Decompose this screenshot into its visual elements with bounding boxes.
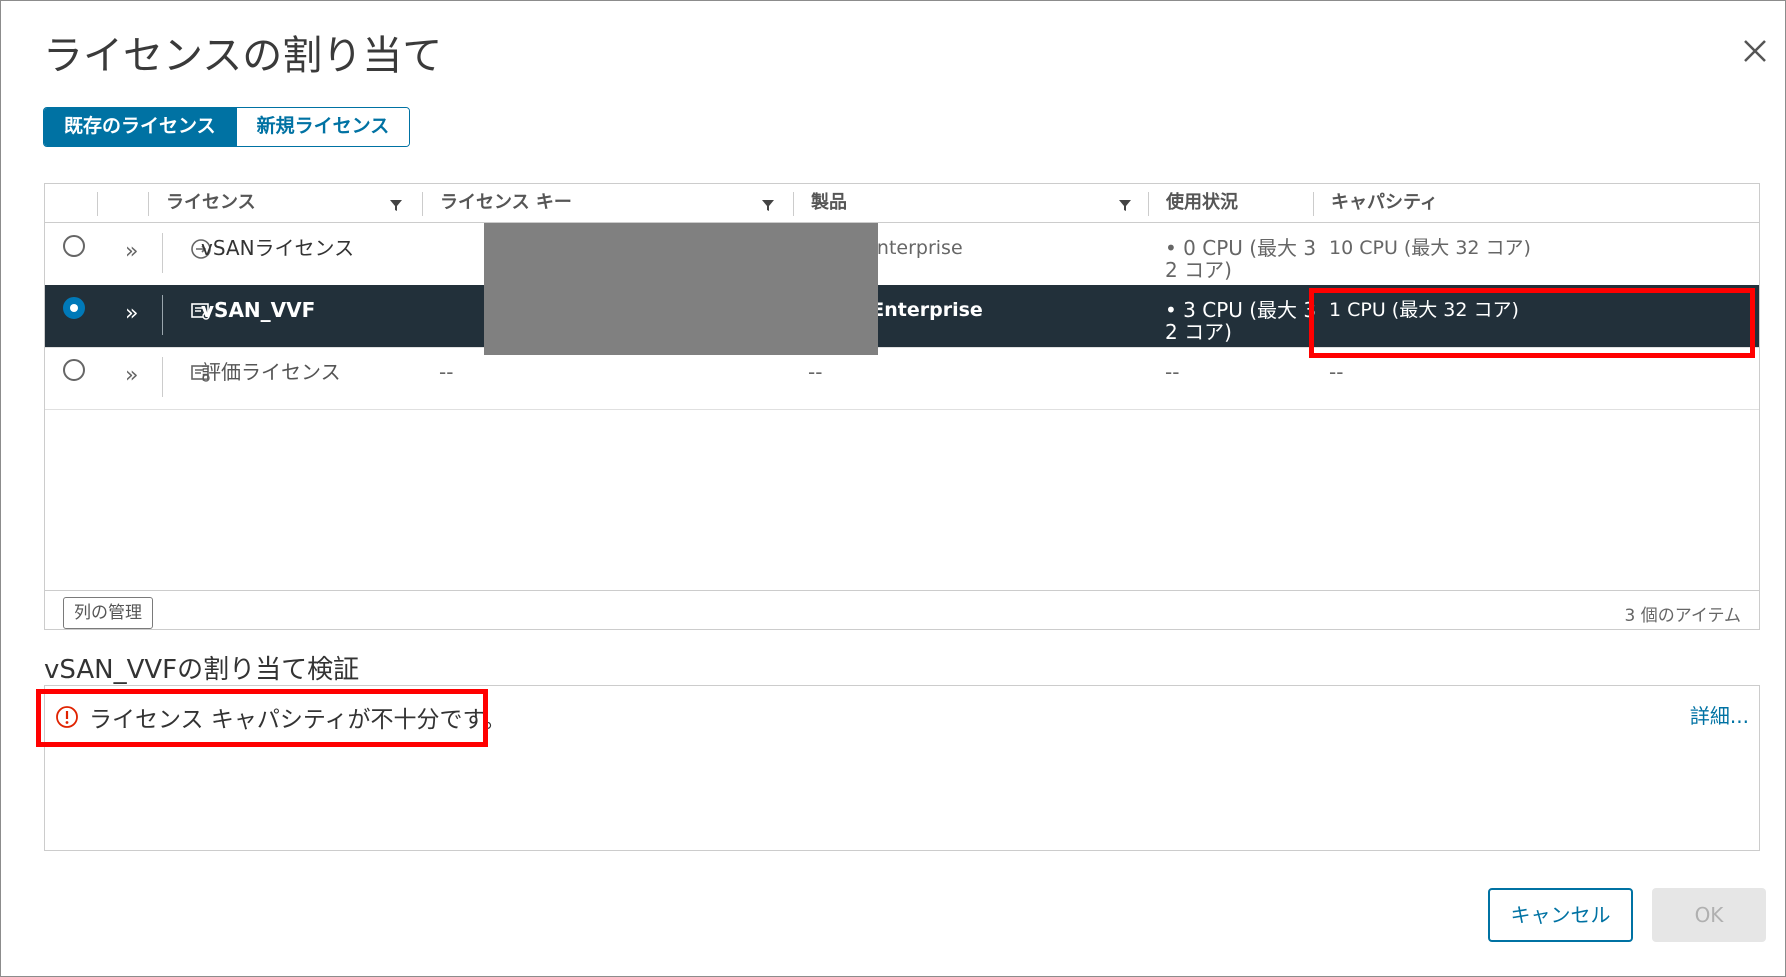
expand-icon[interactable]: » <box>125 239 138 264</box>
row-separator <box>162 233 163 273</box>
tab-new-license[interactable]: 新規ライセンス <box>235 108 410 146</box>
license-assignment-dialog: ライセンスの割り当て 既存のライセンス 新規ライセンス ライセンス ライセンス … <box>0 0 1786 977</box>
column-header-license-key[interactable]: ライセンス キー <box>422 184 572 222</box>
column-header-capacity[interactable]: キャパシティ <box>1313 184 1438 222</box>
warning-text: ライセンス キャパシティが不十分です。 <box>89 707 507 733</box>
table-row[interactable]: » vSANライセンス vSAN Enterprise • 0 CPU (最大 … <box>45 223 1759 286</box>
license-name: 評価ライセンス <box>201 360 341 384</box>
warning-icon <box>56 706 78 728</box>
license-name: vSAN_VVF <box>201 298 316 322</box>
expand-icon[interactable]: » <box>125 363 138 388</box>
column-header-usage[interactable]: 使用状況 <box>1148 184 1238 222</box>
table-row[interactable]: » 評価ライセンス -- -- -- -- <box>45 347 1759 410</box>
expand-icon[interactable]: » <box>125 301 138 326</box>
validation-title: vSAN_VVFの割り当て検証 <box>44 655 360 685</box>
license-key: -- <box>439 360 454 384</box>
dialog-title: ライセンスの割り当て <box>43 33 443 79</box>
row-separator <box>162 295 163 335</box>
column-separator <box>97 192 98 216</box>
usage: • 3 CPU (最大 3 2 コア) <box>1165 298 1317 344</box>
usage: -- <box>1165 360 1180 384</box>
column-header-license[interactable]: ライセンス <box>148 184 256 222</box>
column-header-product[interactable]: 製品 <box>793 184 847 222</box>
license-tabs: 既存のライセンス 新規ライセンス <box>43 107 411 147</box>
row-separator <box>162 357 163 397</box>
grid-footer: 列の管理 3 個のアイテム <box>45 590 1759 629</box>
grid-header: ライセンス ライセンス キー 製品 使用状況 キャパシティ <box>45 184 1759 223</box>
filter-icon[interactable] <box>389 198 403 212</box>
row-radio[interactable] <box>63 235 85 257</box>
row-radio-selected[interactable] <box>63 297 85 319</box>
capacity: 10 CPU (最大 32 コア) <box>1329 237 1531 259</box>
close-icon[interactable] <box>1735 31 1775 71</box>
table-row-selected[interactable]: » vSAN_VVF vSAN Enterprise • 3 CPU (最大 3… <box>45 285 1759 348</box>
row-radio[interactable] <box>63 359 85 381</box>
item-count: 3 個のアイテム <box>1624 606 1741 626</box>
filter-icon[interactable] <box>761 198 775 212</box>
manage-columns-button[interactable]: 列の管理 <box>63 597 153 629</box>
details-link[interactable]: 詳細... <box>1690 700 1749 729</box>
filter-icon[interactable] <box>1118 198 1132 212</box>
validation-panel: ライセンス キャパシティが不十分です。 詳細... <box>44 685 1760 851</box>
tab-existing-license[interactable]: 既存のライセンス <box>44 108 236 146</box>
capacity: -- <box>1329 360 1344 384</box>
capacity: 1 CPU (最大 32 コア) <box>1329 299 1519 321</box>
license-name: vSANライセンス <box>201 236 355 260</box>
redacted-license-key <box>484 223 878 355</box>
license-grid: ライセンス ライセンス キー 製品 使用状況 キャパシティ » vSANライセン… <box>44 183 1760 630</box>
usage: • 0 CPU (最大 3 2 コア) <box>1165 236 1317 282</box>
warning-message: ライセンス キャパシティが不十分です。 <box>55 700 506 734</box>
ok-button[interactable]: OK <box>1652 888 1766 942</box>
cancel-button[interactable]: キャンセル <box>1488 888 1633 942</box>
